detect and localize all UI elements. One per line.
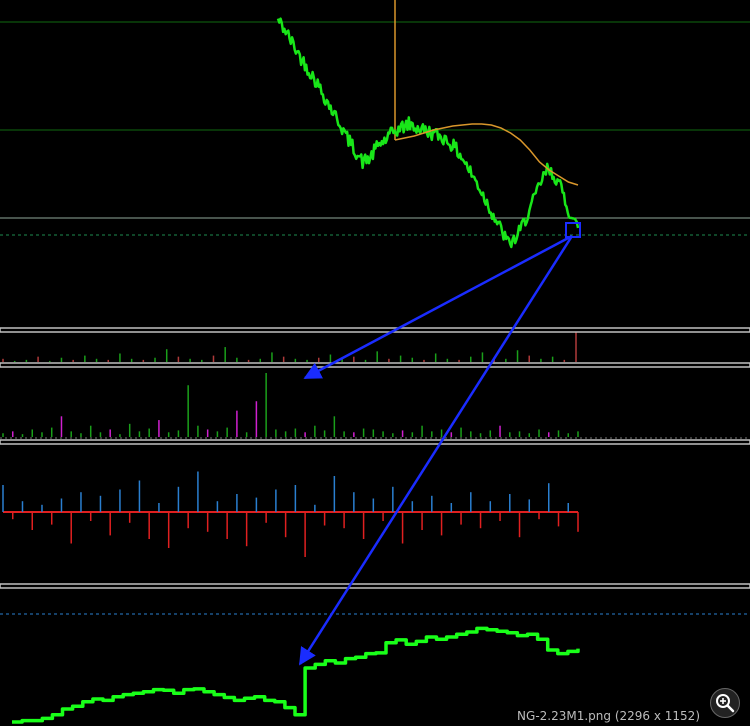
image-caption: NG-2.23M1.png (2296 x 1152) (517, 709, 700, 723)
annotation-arrow (298, 235, 574, 666)
zoom-in-icon[interactable] (710, 688, 740, 718)
panel-separator (0, 439, 750, 445)
cumulative-line (12, 626, 580, 724)
annotation-arrow (303, 234, 573, 380)
price-series-line (276, 17, 580, 249)
panel-separator (0, 362, 750, 368)
panel-separator (0, 327, 750, 333)
delta-panel (2, 471, 579, 557)
flow-panel (0, 373, 750, 439)
chart-canvas (0, 0, 750, 724)
panel-separators (0, 327, 750, 589)
cumulative-panel (0, 613, 750, 724)
moving-average-line (394, 123, 579, 186)
price-panel (0, 0, 750, 249)
volume-panel (2, 330, 577, 362)
panel-separator (0, 583, 750, 589)
